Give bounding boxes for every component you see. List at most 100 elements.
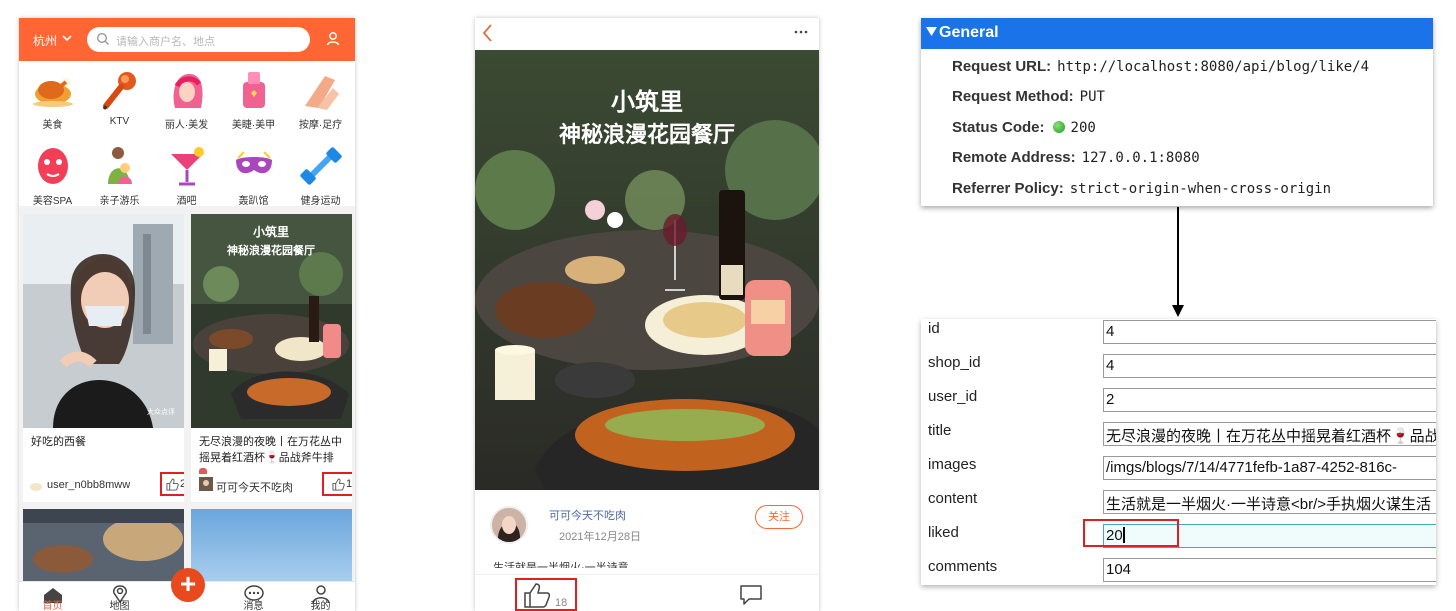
comment-icon[interactable] <box>739 584 763 606</box>
field-value: strict-origin-when-cross-origin <box>1069 181 1332 197</box>
card-photo-restaurant: 小筑里 神秘浪漫花园餐厅 <box>191 214 352 428</box>
category-spa[interactable]: 美容SPA <box>19 140 86 216</box>
tab-label: 首页 <box>42 601 63 611</box>
party-mask-icon <box>235 151 272 174</box>
category-hair[interactable]: 丽人·美发 <box>153 64 220 140</box>
record-row: title 无尽浪漫的夜晚丨在万花丛中摇晃着红酒杯🍷品战 <box>921 421 1436 455</box>
request-url-row: Request URL: http://localhost:8080/api/bl… <box>952 58 1369 88</box>
category-label: 亲子游乐 <box>99 196 140 207</box>
category-label: 美容SPA <box>32 196 73 207</box>
parent-child-icon <box>107 147 132 184</box>
field-name: id <box>928 320 940 337</box>
search-box[interactable]: 请输入商户名、地点 <box>87 27 310 52</box>
tab-map[interactable]: 地图 <box>86 582 153 611</box>
cocktail-icon <box>170 147 204 186</box>
thumbs-up-icon[interactable] <box>166 478 179 491</box>
author-name[interactable]: 可可今天不吃肉 <box>549 507 626 523</box>
chevron-down-icon[interactable] <box>61 31 73 45</box>
tab-home[interactable]: 首页 <box>19 582 86 611</box>
tab-me[interactable]: 我的 <box>287 582 354 611</box>
field-name: content <box>928 490 978 507</box>
microphone-icon <box>102 72 136 110</box>
feed-card[interactable] <box>23 509 184 581</box>
follow-button[interactable]: 关注 <box>755 505 803 529</box>
field-value: 127.0.0.1:8080 <box>1081 150 1200 166</box>
field-value-input[interactable]: 无尽浪漫的夜晚丨在万花丛中摇晃着红酒杯🍷品战 <box>1103 422 1436 446</box>
more-icon[interactable] <box>793 22 809 38</box>
category-lash-nail[interactable]: 美睫·美甲 <box>220 64 287 140</box>
record-row: id 4 <box>921 319 1436 353</box>
general-title: General <box>939 24 999 41</box>
card-title: 好吃的西餐 <box>31 436 86 448</box>
category-bar[interactable]: 酒吧 <box>153 140 220 216</box>
field-value: http://localhost:8080/api/blog/like/4 <box>1057 59 1370 75</box>
category-label: 轰趴馆 <box>238 196 269 207</box>
wine-emoji-fragment <box>199 468 207 474</box>
field-value: 200 <box>1070 120 1096 136</box>
tab-label: 我的 <box>310 601 331 611</box>
dumbbell-icon <box>299 147 342 185</box>
category-food[interactable]: 美食 <box>19 64 86 140</box>
collapse-triangle-icon <box>926 27 937 36</box>
detail-bottom-bar: 18 <box>475 574 819 611</box>
category-parent-child[interactable]: 亲子游乐 <box>86 140 153 216</box>
massage-icon <box>304 76 339 110</box>
field-value-input[interactable]: 2 <box>1103 388 1436 412</box>
category-label: 健身运动 <box>300 196 341 207</box>
tab-label: 地图 <box>109 601 130 611</box>
tab-label: 消息 <box>243 601 264 611</box>
field-value-input[interactable]: 104 <box>1103 558 1436 582</box>
liked-highlight-box <box>1083 519 1179 547</box>
bottom-tab-bar: 首页 地图 + 消息 我的 <box>19 568 355 611</box>
field-name: images <box>928 456 977 473</box>
roast-chicken-icon <box>32 78 73 107</box>
category-massage[interactable]: 按摩·足疗 <box>287 64 354 140</box>
back-arrow-icon[interactable] <box>481 22 495 44</box>
category-label: 酒吧 <box>176 196 197 207</box>
face-mask-icon <box>37 148 68 184</box>
field-name: comments <box>928 558 998 575</box>
search-placeholder: 请输入商户名、地点 <box>116 36 215 48</box>
feed-card[interactable] <box>191 509 352 581</box>
category-label: 美食 <box>42 120 63 131</box>
card-title: 无尽浪漫的夜晚丨在万花丛中摇晃着红酒杯🍷品战斧牛排 <box>199 436 342 464</box>
request-method-row: Request Method: PUT <box>952 88 1105 118</box>
status-ok-icon <box>1052 121 1065 133</box>
thumbs-up-icon <box>524 583 551 608</box>
thumbs-up-icon[interactable] <box>332 478 345 491</box>
field-value-input[interactable]: /imgs/blogs/7/14/4771fefb-1a87-4252-816c… <box>1103 456 1436 480</box>
flow-arrow-icon <box>1172 207 1184 317</box>
feed-card[interactable]: 大众点评 好吃的西餐 user_n0bb8mww 20 <box>23 214 184 502</box>
category-label: 按摩·足疗 <box>298 120 343 131</box>
poster-title-line1: 小筑里 <box>253 224 289 239</box>
field-value-input[interactable]: 4 <box>1103 320 1436 344</box>
add-post-button[interactable]: + <box>171 568 205 602</box>
detail-nav-bar <box>475 18 819 50</box>
city-selector[interactable]: 杭州 <box>33 32 57 49</box>
general-section-header[interactable]: General <box>921 18 1433 49</box>
poster-title-line2: 神秘浪漫花园餐厅 <box>227 243 315 257</box>
status-code-row: Status Code: 200 <box>952 119 1096 149</box>
avatar-image <box>492 508 526 542</box>
field-value-input[interactable]: 4 <box>1103 354 1436 378</box>
category-fitness[interactable]: 健身运动 <box>287 140 354 216</box>
phone-blog-detail: 小筑里 神秘浪漫花园餐厅 可可今天不吃肉 2021年12月28日 关注 生活就是… <box>475 18 819 611</box>
category-party[interactable]: 轰趴馆 <box>220 140 287 216</box>
author-avatar[interactable] <box>490 506 528 544</box>
record-row: comments 104 <box>921 557 1436 585</box>
category-label: 美睫·美甲 <box>231 120 276 131</box>
card-author: 可可今天不吃肉 <box>216 482 293 494</box>
blog-photo: 小筑里 神秘浪漫花园餐厅 <box>475 50 819 490</box>
field-label: Status Code: <box>952 119 1045 136</box>
database-record-editor: id 4 shop_id 4 user_id 2 title 无尽浪漫的夜晚丨在… <box>921 319 1436 585</box>
field-label: Remote Address: <box>952 149 1076 166</box>
author-avatar <box>199 477 213 491</box>
field-value-input[interactable]: 生活就是一半烟火·一半诗意<br/>手执烟火谋生活 <box>1103 490 1436 514</box>
like-button[interactable]: 18 <box>515 578 577 611</box>
field-label: Referrer Policy: <box>952 180 1064 197</box>
tab-messages[interactable]: 消息 <box>220 582 287 611</box>
category-ktv[interactable]: KTV <box>86 64 153 140</box>
user-icon[interactable] <box>325 31 341 47</box>
feed-card[interactable]: 小筑里 神秘浪漫花园餐厅 无尽浪漫的夜晚丨在万花丛中摇晃着红酒杯🍷品战斧牛排 可… <box>191 214 352 502</box>
like-count: 18 <box>346 478 352 490</box>
